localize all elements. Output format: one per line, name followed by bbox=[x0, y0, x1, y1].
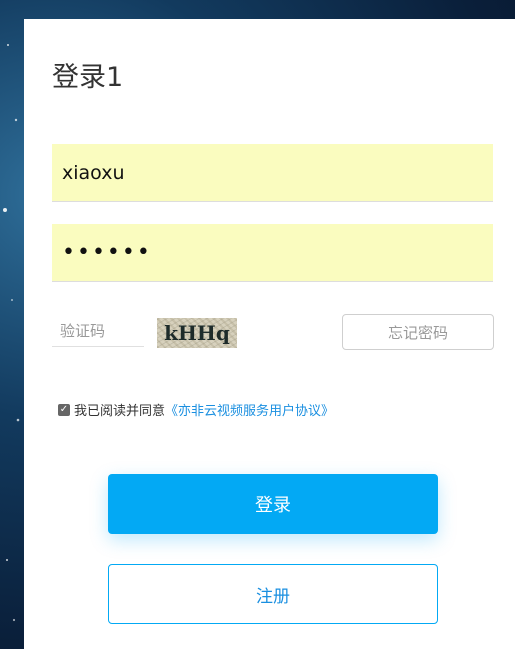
captcha-input[interactable] bbox=[52, 315, 144, 347]
agree-checkbox[interactable]: ✓ bbox=[58, 403, 70, 416]
captcha-text: kHHq bbox=[164, 321, 230, 345]
login-button[interactable]: 登录 bbox=[108, 474, 438, 534]
page-title: 登录1 bbox=[52, 62, 124, 93]
password-field[interactable] bbox=[52, 224, 493, 282]
agree-text: 我已阅读并同意 bbox=[74, 404, 166, 419]
agreement-link[interactable]: 《亦非云视频服务用户协议》 bbox=[165, 400, 334, 419]
login-panel: 登录1 kHHq 忘记密码 ✓ 我已阅读并同意 《亦非云视频服务用户协议》 登录… bbox=[24, 19, 515, 649]
register-button[interactable]: 注册 bbox=[108, 564, 438, 624]
captcha-image[interactable]: kHHq bbox=[157, 318, 237, 348]
forgot-password-button[interactable]: 忘记密码 bbox=[342, 314, 494, 350]
agreement-row: ✓ 我已阅读并同意 《亦非云视频服务用户协议》 bbox=[58, 400, 334, 419]
username-field[interactable] bbox=[52, 144, 493, 202]
